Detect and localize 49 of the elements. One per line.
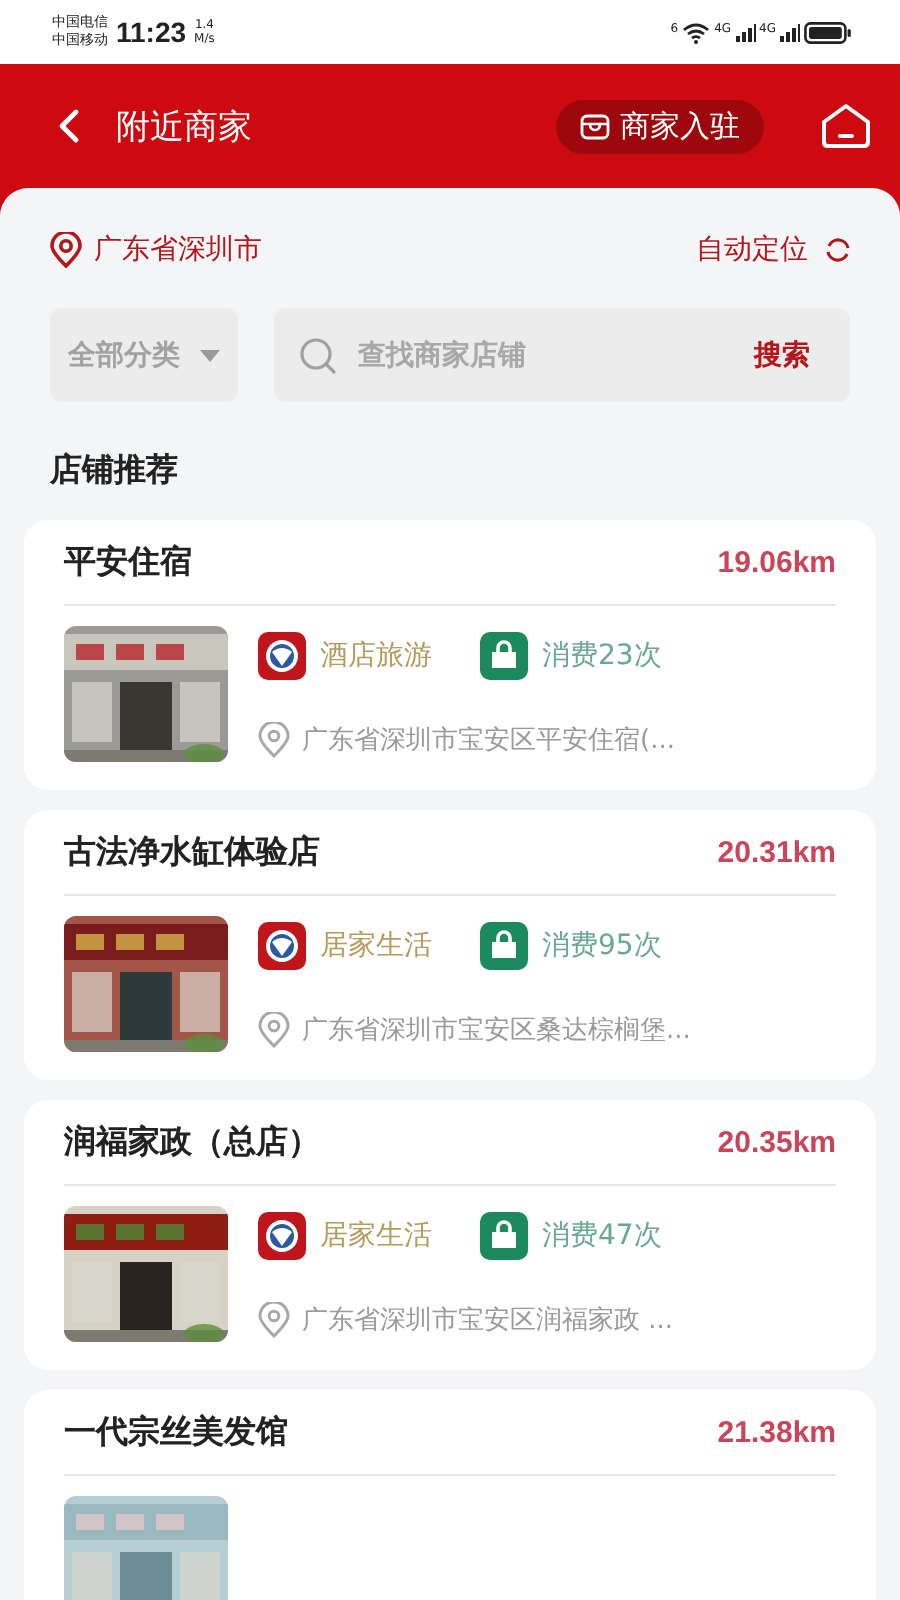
wifi-icon (682, 21, 711, 43)
shop-distance: 21.38km (717, 1415, 836, 1449)
section-title: 店铺推荐 (47, 448, 180, 492)
location-pin-icon (258, 1302, 290, 1338)
search-icon (298, 335, 338, 375)
shopping-bag-icon (480, 1212, 528, 1260)
home-icon[interactable] (820, 102, 872, 150)
category-icon (258, 1212, 306, 1260)
shop-card[interactable]: 一代宗丝美发馆 21.38km (24, 1390, 876, 1600)
category-icon (258, 922, 306, 970)
auto-locate-button[interactable]: 自动定位 (696, 232, 852, 268)
shop-address: 广东省深圳市宝安区平安住宿(... (302, 724, 675, 758)
location-pin-icon (258, 722, 290, 758)
shop-icon (580, 113, 610, 139)
visit-count: 消费47次 (542, 1218, 662, 1254)
shop-address: 广东省深圳市宝安区润福家政 ... (302, 1304, 674, 1338)
location-pin-icon (50, 232, 82, 268)
shopping-bag-icon (480, 922, 528, 970)
shop-name: 古法净水缸体验店 (64, 831, 320, 873)
current-city: 广东省深圳市 (94, 232, 262, 268)
shop-distance: 20.31km (717, 835, 836, 869)
shop-category: 居家生活 (320, 928, 432, 964)
shop-name: 平安住宿 (64, 541, 192, 583)
refresh-icon (824, 236, 852, 264)
caret-icon (200, 349, 220, 361)
shop-name: 一代宗丝美发馆 (64, 1411, 288, 1453)
shop-distance: 20.35km (717, 1125, 836, 1159)
category-icon (258, 632, 306, 680)
visit-count: 消费23次 (542, 638, 662, 674)
shop-name: 润福家政（总店） (64, 1121, 320, 1163)
page-title: 附近商家 (116, 105, 252, 149)
shopping-bag-icon (480, 632, 528, 680)
signal-icon (735, 23, 756, 41)
shop-address: 广东省深圳市宝安区桑达棕榈堡... (302, 1014, 691, 1048)
shop-card[interactable]: 古法净水缸体验店 20.31km 居家生活 消费95次 广东省深圳市宝安区桑达棕榈堡... (24, 810, 876, 1080)
shop-category: 酒店旅游 (320, 638, 432, 674)
shop-distance: 19.06km (717, 545, 836, 579)
visit-count: 消费95次 (542, 928, 662, 964)
shop-card[interactable]: 润福家政（总店） 20.35km 居家生活 消费47次 广东省深圳市宝安区润福家政 ... (24, 1100, 876, 1370)
location-pin-icon (258, 1012, 290, 1048)
clock-time: 11:23 (116, 16, 187, 48)
shop-card[interactable]: 平安住宿 19.06km 酒店旅游 消费23次 广东省深圳市宝安区平安住宿(... (24, 520, 876, 790)
battery-icon (804, 21, 852, 43)
shop-category: 居家生活 (320, 1218, 432, 1254)
signal-icon (780, 23, 800, 41)
search-field[interactable]: 查找商家店铺 搜索 (274, 308, 850, 402)
search-button[interactable]: 搜索 (742, 337, 850, 373)
back-icon[interactable] (56, 108, 80, 144)
merchant-join-button[interactable]: 商家入驻 (556, 99, 764, 153)
